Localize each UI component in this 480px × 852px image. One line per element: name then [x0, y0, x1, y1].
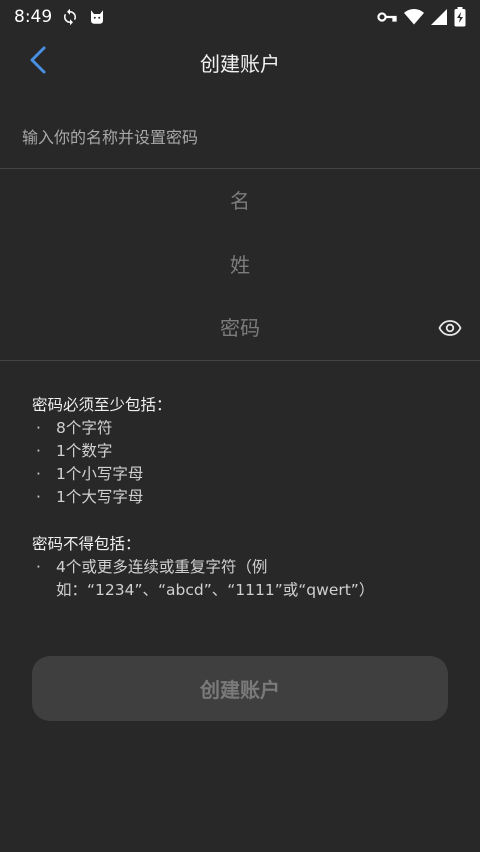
- create-account-button[interactable]: 创建账户: [32, 656, 448, 721]
- list-item: 4个或更多连续或重复字符（例如：“1234”、“abcd”、“1111”或“qw…: [32, 556, 462, 602]
- divider-top: [0, 168, 480, 169]
- divider-bottom: [0, 360, 480, 361]
- list-item: 1个大写字母: [32, 486, 462, 509]
- sync-icon: [61, 8, 79, 26]
- list-item: 8个字符: [32, 417, 462, 440]
- form-instruction: 输入你的名称并设置密码: [22, 128, 199, 147]
- must-include-heading: 密码必须至少包括：: [32, 396, 172, 414]
- cat-notification-icon: [88, 8, 106, 26]
- status-bar: 8:49: [0, 0, 480, 34]
- list-item: 1个数字: [32, 440, 462, 463]
- vpn-key-icon: [377, 10, 397, 24]
- first-name-field: [0, 177, 480, 225]
- list-item: 1个小写字母: [32, 463, 462, 486]
- password-input[interactable]: [90, 316, 390, 340]
- cellular-signal-icon: [431, 9, 447, 25]
- app-bar: 创建账户: [0, 34, 480, 90]
- password-field: [0, 304, 480, 352]
- eye-icon[interactable]: [438, 316, 462, 340]
- battery-charging-icon: [454, 7, 466, 27]
- password-requirements: 密码必须至少包括： 8个字符 1个数字 1个小写字母 1个大写字母 密码不得包括…: [32, 394, 462, 602]
- status-time: 8:49: [14, 7, 53, 27]
- last-name-field: [0, 241, 480, 289]
- must-not-include-heading: 密码不得包括：: [32, 535, 141, 553]
- wifi-icon: [404, 8, 424, 26]
- must-include-list: 8个字符 1个数字 1个小写字母 1个大写字母: [32, 417, 462, 509]
- must-not-include-list: 4个或更多连续或重复字符（例如：“1234”、“abcd”、“1111”或“qw…: [32, 556, 462, 602]
- page-title: 创建账户: [200, 52, 280, 76]
- first-name-input[interactable]: [90, 189, 390, 213]
- last-name-input[interactable]: [90, 253, 390, 277]
